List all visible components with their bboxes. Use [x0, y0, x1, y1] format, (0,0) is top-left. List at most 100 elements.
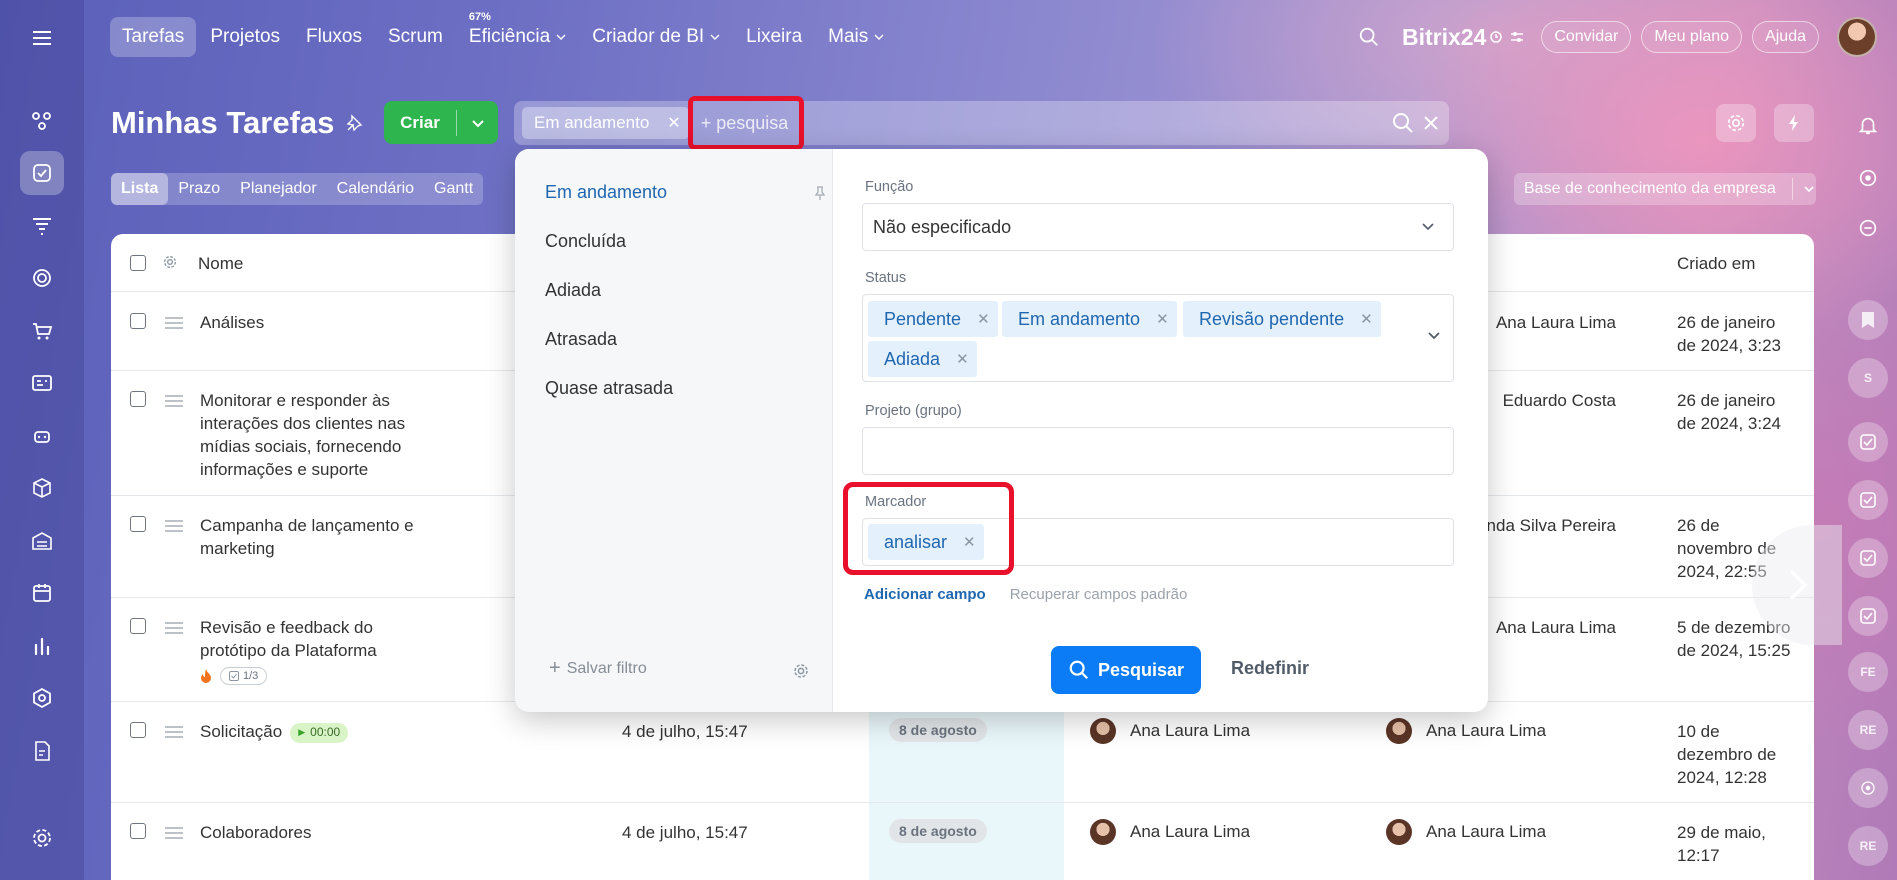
project-input[interactable] — [862, 427, 1454, 475]
close-icon[interactable]: ✕ — [956, 350, 969, 368]
warehouse-icon[interactable] — [20, 519, 64, 563]
hexagon-icon[interactable] — [20, 676, 64, 720]
close-icon[interactable]: ✕ — [977, 310, 990, 328]
robot-icon[interactable] — [20, 414, 64, 458]
add-field-link[interactable]: Adicionar campo — [864, 586, 986, 603]
clear-icon[interactable] — [1421, 113, 1441, 133]
tab-gantt[interactable]: Gantt — [424, 173, 483, 205]
nav-bi-builder[interactable]: Criador de BI — [580, 17, 732, 57]
tab-planner[interactable]: Planejador — [230, 173, 327, 205]
task-name-cell[interactable]: Solicitação ▶ 00:00 — [200, 720, 500, 743]
responsible-name[interactable]: Amanda Silva Pereira — [1486, 514, 1616, 537]
table-row[interactable]: Colaboradores 4 de julho, 15:47 8 de ago… — [111, 803, 1814, 880]
my-plan-button[interactable]: Meu plano — [1641, 21, 1743, 53]
close-icon[interactable]: ✕ — [1360, 310, 1373, 328]
status-multiselect[interactable]: Pendente ✕ Em andamento ✕ Revisão pendente… — [862, 294, 1454, 382]
knowledge-base-button[interactable]: Base de conhecimento da empresa — [1514, 173, 1816, 205]
chevron-down-icon[interactable] — [1803, 183, 1815, 195]
search-icon[interactable] — [1358, 26, 1380, 48]
create-dropdown[interactable] — [457, 116, 498, 130]
timer-badge[interactable]: ▶ 00:00 — [290, 722, 349, 743]
responsible-name[interactable]: Ana Laura Lima — [1486, 616, 1616, 639]
cart-icon[interactable] — [20, 309, 64, 353]
avatar[interactable]: RE — [1848, 710, 1888, 750]
reset-button[interactable]: Redefinir — [1231, 658, 1309, 679]
feed-icon[interactable] — [20, 99, 64, 143]
creator[interactable]: Ana Laura Lima — [1090, 819, 1250, 845]
task-name[interactable]: Monitorar e responder às interações dos … — [200, 389, 430, 481]
preset-almost-overdue[interactable]: Quase atrasada — [545, 378, 673, 399]
responsible-name[interactable]: Eduardo Costa — [1486, 389, 1616, 412]
settings-icon[interactable] — [20, 816, 64, 860]
sign-document-icon[interactable] — [20, 729, 64, 773]
nav-more[interactable]: Mais — [816, 17, 896, 57]
tasks-icon[interactable] — [20, 151, 64, 195]
nav-tasks[interactable]: Tarefas — [110, 17, 197, 57]
select-all-checkbox[interactable] — [130, 255, 146, 271]
role-select[interactable]: Não especificado — [862, 203, 1454, 251]
row-checkbox[interactable] — [130, 516, 146, 532]
drag-handle-icon[interactable] — [165, 316, 183, 330]
pin-icon[interactable] — [814, 186, 826, 200]
checklist-badge[interactable]: 1/3 — [220, 667, 268, 685]
gear-icon[interactable] — [792, 662, 810, 680]
header-name[interactable]: Nome — [198, 254, 243, 274]
nav-trash[interactable]: Lixeira — [734, 17, 814, 57]
nav-projects[interactable]: Projetos — [198, 17, 292, 57]
box-icon[interactable] — [20, 466, 64, 510]
drag-handle-icon[interactable] — [165, 725, 183, 739]
chat-icon[interactable] — [1853, 213, 1883, 243]
avatar[interactable]: S — [1848, 358, 1888, 398]
task-name[interactable]: Revisão e feedback do protótipo da Plata… — [200, 616, 430, 662]
task-check-icon[interactable] — [1848, 596, 1888, 636]
creator[interactable]: Ana Laura Lima — [1090, 718, 1250, 744]
row-checkbox[interactable] — [130, 313, 146, 329]
analytics-icon[interactable] — [20, 624, 64, 668]
task-check-icon[interactable] — [1848, 422, 1888, 462]
avatar[interactable]: FE — [1848, 652, 1888, 692]
search-button[interactable]: Pesquisar — [1051, 646, 1201, 694]
drag-handle-icon[interactable] — [165, 826, 183, 840]
chevron-down-icon[interactable] — [1427, 329, 1441, 343]
active-filter-chip[interactable]: Em andamento ✕ — [522, 107, 689, 139]
help-button[interactable]: Ajuda — [1752, 21, 1819, 53]
gear-icon[interactable] — [162, 254, 178, 270]
task-name[interactable]: Solicitação — [200, 722, 282, 741]
settings-button[interactable] — [1716, 104, 1756, 142]
responsible-name[interactable]: Ana Laura Lima — [1486, 311, 1616, 334]
deadline-badge[interactable]: 8 de agosto — [889, 819, 987, 843]
contact-card-icon[interactable] — [20, 361, 64, 405]
task-name[interactable]: Campanha de lançamento e marketing — [200, 514, 430, 560]
preset-completed[interactable]: Concluída — [545, 231, 626, 252]
row-checkbox[interactable] — [130, 391, 146, 407]
preset-overdue[interactable]: Atrasada — [545, 329, 617, 350]
table-row[interactable]: Solicitação ▶ 00:00 4 de julho, 15:47 8 de… — [111, 702, 1814, 803]
deadline-badge[interactable]: 8 de agosto — [889, 718, 987, 742]
drag-handle-icon[interactable] — [165, 394, 183, 408]
invite-button[interactable]: Convidar — [1541, 21, 1632, 53]
funnel-icon[interactable] — [20, 204, 64, 248]
row-checkbox[interactable] — [130, 823, 146, 839]
brand-logo[interactable]: Bitrix24 — [1402, 24, 1525, 51]
bookmark-icon[interactable] — [1848, 300, 1888, 340]
search-icon[interactable] — [1391, 111, 1415, 135]
status-tag[interactable]: Adiada ✕ — [868, 341, 977, 377]
nav-efficiency[interactable]: 67% Eficiência — [457, 11, 578, 57]
save-filter-button[interactable]: + Salvar filtro — [549, 657, 647, 680]
close-icon[interactable]: ✕ — [1156, 310, 1169, 328]
restore-fields-link[interactable]: Recuperar campos padrão — [1010, 586, 1188, 603]
calendar-icon[interactable] — [20, 571, 64, 615]
drag-handle-icon[interactable] — [165, 519, 183, 533]
nav-scrum[interactable]: Scrum — [376, 17, 455, 57]
tab-list[interactable]: Lista — [111, 173, 169, 205]
task-name[interactable]: Colaboradores — [200, 821, 500, 844]
task-check-icon[interactable] — [1848, 480, 1888, 520]
status-tag[interactable]: Revisão pendente ✕ — [1183, 301, 1381, 337]
tab-calendar[interactable]: Calendário — [327, 173, 424, 205]
tab-deadline[interactable]: Prazo — [168, 173, 230, 205]
copilot-icon[interactable] — [1848, 768, 1888, 808]
status-tag[interactable]: Pendente ✕ — [868, 301, 998, 337]
filter-search-bar[interactable]: Em andamento ✕ + pesquisa — [514, 101, 1449, 145]
notifications-icon[interactable] — [1853, 110, 1883, 140]
preset-in-progress[interactable]: Em andamento — [545, 182, 667, 203]
